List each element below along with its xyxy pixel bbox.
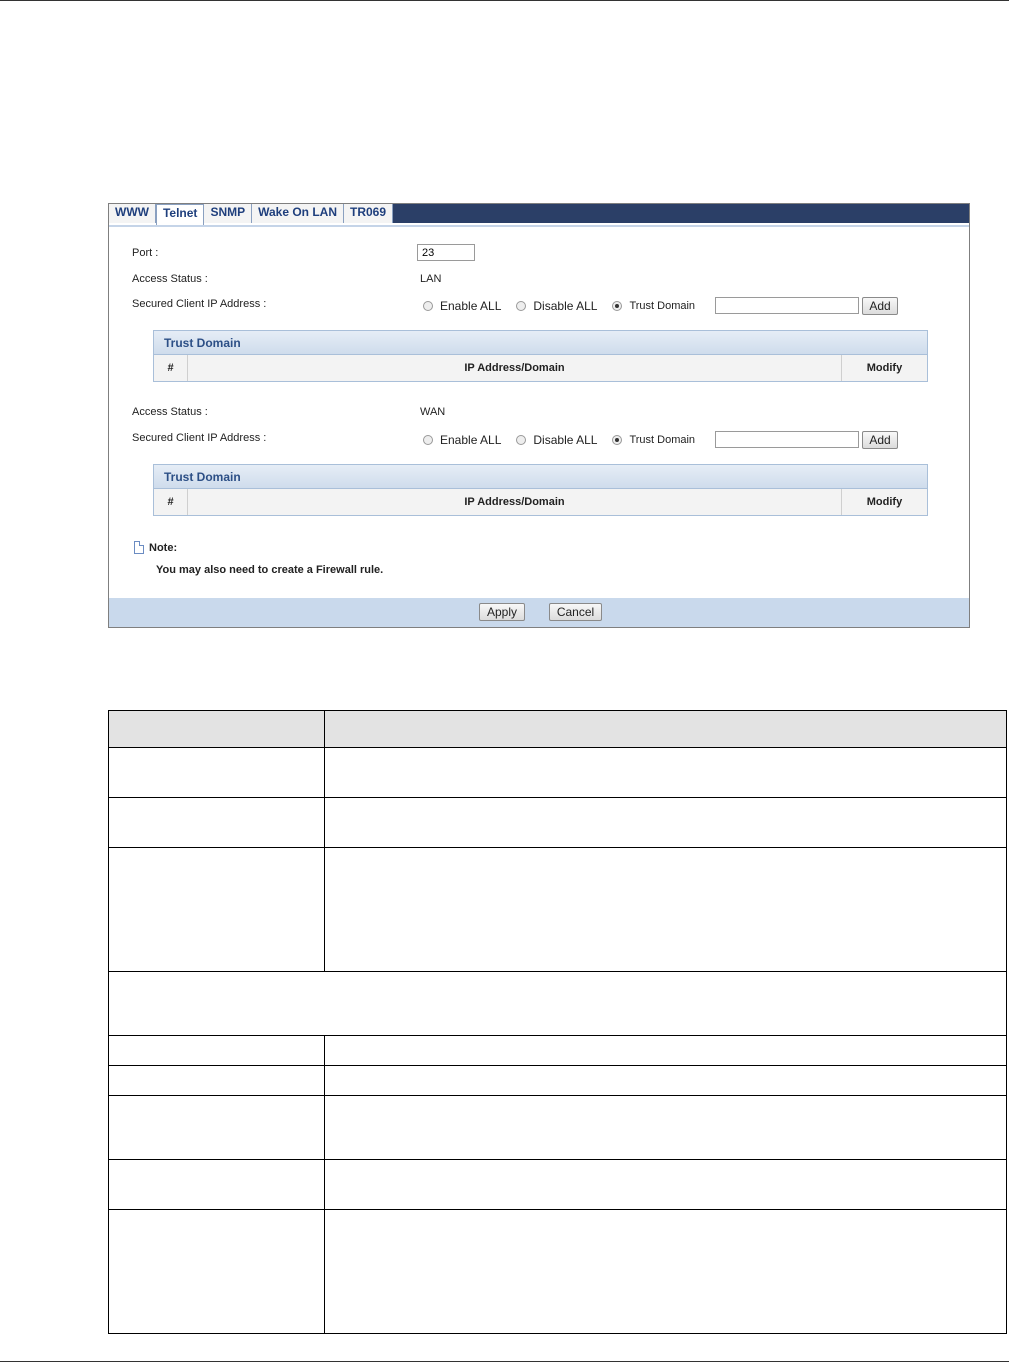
table-row <box>108 1209 1007 1334</box>
wan-access-status-value: WAN <box>420 406 446 418</box>
lan-disable-all-label: Disable ALL <box>533 299 598 313</box>
wan-trust-domain-header-row: # IP Address/Domain Modify <box>154 489 927 515</box>
wan-secured-client-label: Secured Client IP Address : <box>132 432 267 444</box>
lan-trust-domain-table: Trust Domain # IP Address/Domain Modify <box>153 330 928 382</box>
description-table-header-row <box>108 710 1007 748</box>
table-section-row <box>108 971 1007 1036</box>
tab-telnet[interactable]: Telnet <box>155 204 205 227</box>
lan-trust-domain-input[interactable] <box>715 297 859 314</box>
lan-secured-client-label: Secured Client IP Address : <box>132 298 267 310</box>
wan-trust-domain-title: Trust Domain <box>154 465 927 489</box>
action-bar: Apply Cancel <box>109 598 969 627</box>
note-title: Note: <box>149 542 178 554</box>
tab-underline <box>109 225 969 227</box>
lan-secured-client-options: Enable ALL Disable ALL Trust Domain <box>423 299 710 313</box>
tabs: WWW Telnet SNMP Wake On LAN TR069 <box>109 204 394 227</box>
lan-disable-all-radio[interactable] <box>516 301 527 311</box>
note-text: You may also need to create a Firewall r… <box>156 564 384 576</box>
lan-add-button[interactable]: Add <box>862 297 898 315</box>
page-bottom-rule <box>0 1361 1009 1362</box>
wan-trust-domain-input[interactable] <box>715 431 859 448</box>
lan-trust-domain-label: Trust Domain <box>629 300 696 312</box>
description-header-label-cell <box>108 710 325 748</box>
lan-access-status-label: Access Status : <box>132 273 208 285</box>
lan-trust-domain-title: Trust Domain <box>154 331 927 355</box>
tab-wake-on-lan[interactable]: Wake On LAN <box>252 204 345 223</box>
wan-enable-all-label: Enable ALL <box>440 433 502 447</box>
tab-snmp[interactable]: SNMP <box>204 204 253 223</box>
wan-trust-domain-label: Trust Domain <box>629 434 696 446</box>
description-table <box>108 710 1007 1334</box>
table-row <box>108 747 1007 798</box>
wan-trust-domain-table: Trust Domain # IP Address/Domain Modify <box>153 464 928 516</box>
table-row <box>108 1095 1007 1160</box>
page-top-rule <box>0 0 1009 1</box>
column-number: # <box>154 355 188 381</box>
lan-access-status-value: LAN <box>420 273 442 285</box>
tab-bar: WWW Telnet SNMP Wake On LAN TR069 <box>109 204 969 227</box>
lan-enable-all-label: Enable ALL <box>440 299 502 313</box>
table-row <box>108 847 1007 972</box>
column-ip-address-domain: IP Address/Domain <box>188 489 842 515</box>
apply-button[interactable]: Apply <box>479 603 525 621</box>
tab-www[interactable]: WWW <box>109 204 156 223</box>
wan-access-status-label: Access Status : <box>132 406 208 418</box>
column-modify: Modify <box>866 496 903 508</box>
table-row <box>108 1159 1007 1210</box>
note-icon <box>134 541 144 554</box>
wan-trust-domain-radio[interactable] <box>612 435 623 445</box>
column-number: # <box>154 489 188 515</box>
column-modify: Modify <box>866 362 903 374</box>
wan-disable-all-label: Disable ALL <box>533 433 598 447</box>
cancel-button[interactable]: Cancel <box>549 603 602 621</box>
table-row <box>108 1035 1007 1066</box>
wan-secured-client-options: Enable ALL Disable ALL Trust Domain <box>423 433 710 447</box>
description-header-description-cell <box>324 710 1007 748</box>
lan-trust-domain-header-row: # IP Address/Domain Modify <box>154 355 927 381</box>
lan-trust-domain-radio[interactable] <box>612 301 623 311</box>
tab-tr069[interactable]: TR069 <box>344 204 394 223</box>
column-ip-address-domain: IP Address/Domain <box>188 355 842 381</box>
wan-enable-all-radio[interactable] <box>423 435 433 445</box>
lan-enable-all-radio[interactable] <box>423 301 433 311</box>
wan-disable-all-radio[interactable] <box>516 435 527 445</box>
table-row <box>108 797 1007 848</box>
wan-add-button[interactable]: Add <box>862 431 898 449</box>
port-input[interactable] <box>417 244 475 261</box>
port-label: Port : <box>132 247 159 259</box>
table-row <box>108 1065 1007 1096</box>
